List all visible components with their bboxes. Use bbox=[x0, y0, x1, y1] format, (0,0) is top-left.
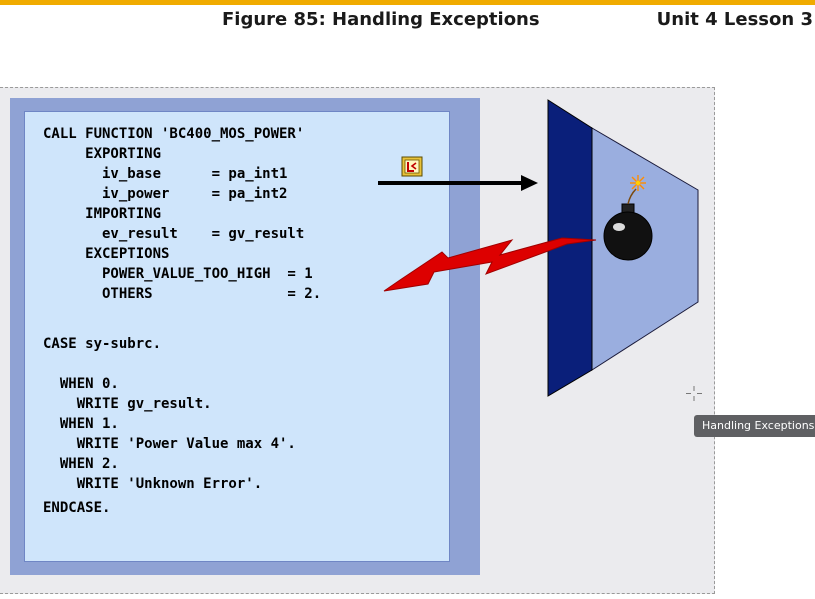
sap-function-module-icon bbox=[401, 156, 423, 177]
tooltip: Handling Exceptions bbox=[694, 415, 815, 437]
call-arrow-icon bbox=[378, 175, 538, 191]
crosshair-cursor-icon bbox=[686, 386, 702, 401]
exception-graphic bbox=[378, 99, 702, 401]
